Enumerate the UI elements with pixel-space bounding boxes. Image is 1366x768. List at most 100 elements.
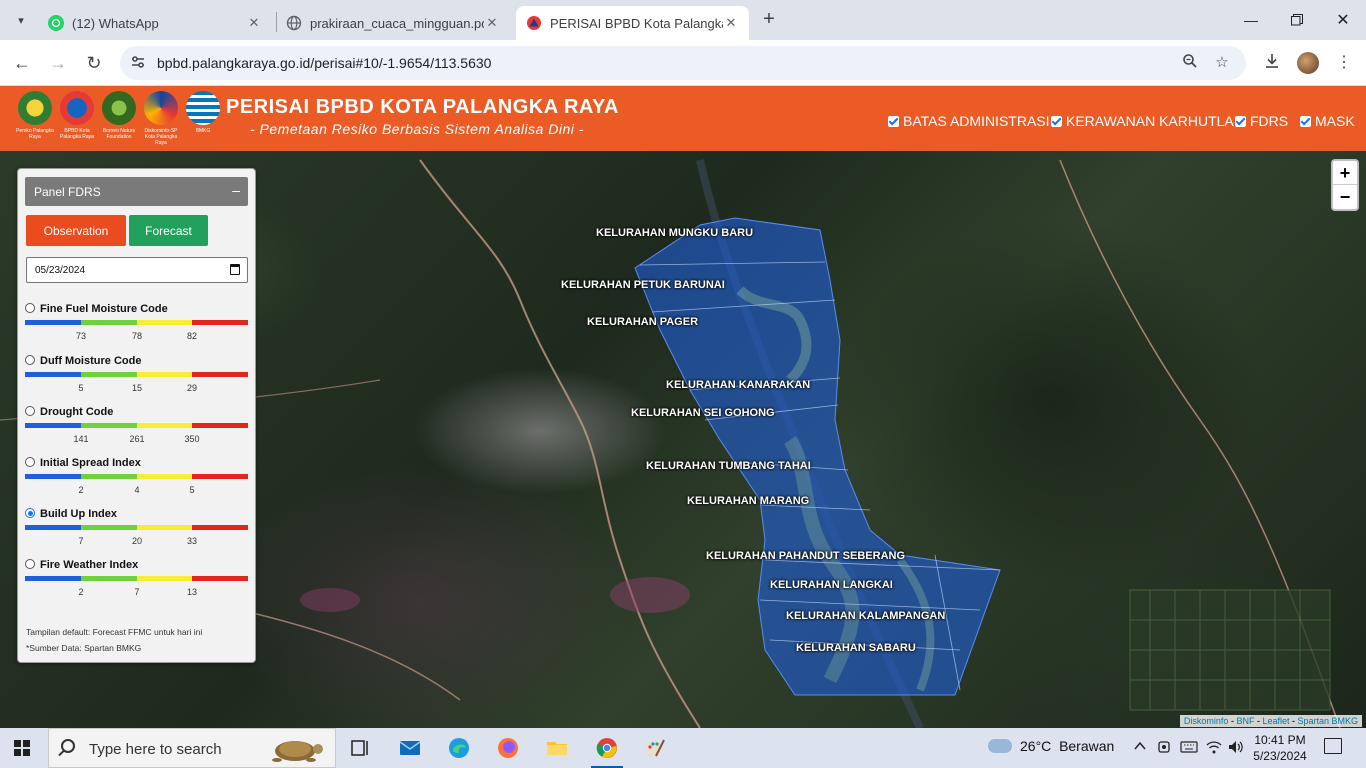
index-ticks: 73 78 82 bbox=[75, 331, 198, 341]
kelurahan-label: KELURAHAN MARANG bbox=[687, 495, 810, 507]
restore-button[interactable] bbox=[1274, 0, 1320, 40]
date-input[interactable]: 05/23/2024 bbox=[26, 257, 248, 283]
address-bar[interactable]: bpbd.palangkaraya.go.id/perisai#10/-1.96… bbox=[120, 46, 1246, 80]
radio-button[interactable] bbox=[25, 559, 35, 569]
bmkg-logo-icon bbox=[186, 91, 220, 125]
url-text[interactable]: bpbd.palangkaraya.go.id/perisai#10/-1.96… bbox=[157, 55, 491, 71]
tab-whatsapp[interactable]: (12) WhatsApp ✕ bbox=[38, 6, 272, 40]
kelurahan-label: KELURAHAN TUMBANG TAHAI bbox=[646, 460, 811, 472]
taskbar-search-box[interactable]: Type here to search bbox=[48, 728, 336, 768]
index-ticks: 7 20 33 bbox=[78, 536, 198, 546]
index-name: Build Up Index bbox=[40, 508, 117, 520]
menu-kebab-icon[interactable]: ⋮ bbox=[1333, 52, 1355, 74]
app-header: Pemko Palangka Raya BPBD Kota Palangka R… bbox=[0, 86, 1366, 151]
radio-button[interactable] bbox=[25, 355, 35, 365]
minimize-button[interactable]: — bbox=[1228, 0, 1274, 40]
turtle-icon bbox=[272, 741, 323, 762]
clock-date: 5/23/2024 bbox=[1253, 749, 1307, 763]
zoom-icon[interactable] bbox=[1180, 53, 1200, 73]
minimize-icon: — bbox=[1244, 12, 1258, 28]
radio-button-selected[interactable] bbox=[25, 508, 35, 518]
pemko-logo-icon bbox=[18, 91, 52, 125]
layer-toggle-kerawanan-karhutla[interactable]: KERAWANAN KARHUTLA bbox=[1051, 113, 1234, 129]
logo-diskominfo: Diskominfo-SP Kota Palangka Raya bbox=[142, 91, 180, 147]
chevron-up-icon[interactable] bbox=[1133, 739, 1147, 756]
mail-icon[interactable] bbox=[398, 736, 422, 760]
new-tab-button[interactable]: + bbox=[757, 8, 781, 32]
forecast-button[interactable]: Forecast bbox=[129, 215, 208, 246]
profile-avatar[interactable] bbox=[1297, 52, 1319, 74]
checkbox-checked-icon[interactable] bbox=[1300, 115, 1311, 127]
calendar-icon[interactable] bbox=[230, 264, 240, 275]
attribution-link[interactable]: Diskominfo bbox=[1184, 716, 1229, 726]
tab-strip: ▾ (12) WhatsApp ✕ prakiraan_cuaca_minggu… bbox=[0, 0, 1366, 40]
forward-button[interactable]: → bbox=[43, 48, 73, 78]
reload-icon: ↻ bbox=[86, 52, 102, 73]
plus-icon: + bbox=[763, 8, 775, 30]
keyboard-icon[interactable] bbox=[1180, 739, 1198, 758]
taskbar-clock[interactable]: 10:41 PM 5/23/2024 bbox=[1240, 732, 1320, 764]
task-view-icon[interactable] bbox=[348, 736, 372, 760]
panel-note-default: Tampilan default: Forecast FFMC untuk ha… bbox=[26, 627, 203, 637]
bookmark-star-icon[interactable]: ☆ bbox=[1212, 53, 1232, 73]
chevron-down-icon: ▾ bbox=[18, 14, 24, 27]
kelurahan-label: KELURAHAN SABARU bbox=[796, 642, 916, 654]
radio-button[interactable] bbox=[25, 457, 35, 467]
observation-button[interactable]: Observation bbox=[26, 215, 126, 246]
date-value: 05/23/2024 bbox=[35, 265, 86, 276]
reload-button[interactable]: ↻ bbox=[79, 48, 109, 78]
panel-header: Panel FDRS – bbox=[25, 177, 248, 206]
file-explorer-icon[interactable] bbox=[545, 736, 569, 760]
globe-icon bbox=[286, 15, 302, 31]
firefox-icon[interactable] bbox=[496, 736, 520, 760]
bpbd-icon bbox=[526, 15, 542, 31]
index-name: Initial Spread Index bbox=[40, 457, 141, 469]
map-attribution: Diskominfo - BNF - Leaflet - Spartan BMK… bbox=[1179, 715, 1362, 727]
app-title: PERISAI BPBD KOTA PALANGKA RAYA bbox=[226, 96, 619, 118]
zoom-out-button[interactable]: − bbox=[1333, 185, 1357, 209]
site-info-icon[interactable] bbox=[130, 54, 148, 72]
tab-pdf[interactable]: prakiraan_cuaca_mingguan.pdf ✕ bbox=[276, 6, 510, 40]
download-icon[interactable] bbox=[1261, 52, 1283, 74]
paint-icon[interactable] bbox=[643, 736, 667, 760]
kelurahan-label: KELURAHAN PAHANDUT SEBERANG bbox=[706, 550, 906, 562]
checkbox-checked-icon[interactable] bbox=[888, 115, 899, 127]
notification-icon[interactable] bbox=[1324, 738, 1342, 754]
layer-toggle-fdrs[interactable]: FDRS bbox=[1235, 113, 1288, 129]
tab-title: prakiraan_cuaca_mingguan.pdf bbox=[310, 15, 484, 31]
checkbox-checked-icon[interactable] bbox=[1235, 115, 1246, 127]
minimize-panel-button[interactable]: – bbox=[232, 182, 240, 198]
layer-toggle-mask[interactable]: MASK bbox=[1300, 113, 1355, 129]
browser-toolbar: ← → ↻ bpbd.palangkaraya.go.id/perisai#10… bbox=[0, 40, 1366, 86]
close-icon[interactable]: ✕ bbox=[723, 15, 739, 31]
windows-start-icon[interactable] bbox=[14, 740, 30, 756]
field-grid bbox=[1129, 589, 1331, 711]
checkbox-checked-icon[interactable] bbox=[1051, 115, 1062, 127]
edge-icon[interactable] bbox=[447, 736, 471, 760]
attribution-link[interactable]: Spartan BMKG bbox=[1297, 716, 1358, 726]
index-color-scale bbox=[25, 576, 248, 581]
radio-button[interactable] bbox=[25, 406, 35, 416]
attribution-link[interactable]: BNF bbox=[1236, 716, 1254, 726]
index-name: Fine Fuel Moisture Code bbox=[40, 303, 168, 315]
search-icon bbox=[61, 739, 75, 753]
index-name: Drought Code bbox=[40, 406, 114, 418]
chrome-icon[interactable] bbox=[591, 736, 623, 768]
radio-button[interactable] bbox=[25, 303, 35, 313]
logo-bmkg: BMKG bbox=[184, 91, 222, 147]
wifi-icon[interactable] bbox=[1206, 739, 1222, 758]
back-button[interactable]: ← bbox=[7, 48, 37, 78]
restore-icon bbox=[1291, 14, 1303, 26]
weather-widget[interactable]: 26°C Berawan bbox=[988, 738, 1114, 754]
logo-bnf: Borneo Nature Foundation bbox=[100, 91, 138, 147]
layer-toggle-batas-administrasi[interactable]: BATAS ADMINISTRASI bbox=[888, 113, 1050, 129]
kelurahan-label: KELURAHAN LANGKAI bbox=[770, 579, 893, 591]
close-window-button[interactable]: ✕ bbox=[1320, 0, 1366, 40]
attribution-link[interactable]: Leaflet bbox=[1262, 716, 1289, 726]
tab-search-button[interactable]: ▾ bbox=[8, 8, 34, 32]
close-icon[interactable]: ✕ bbox=[484, 15, 500, 31]
close-icon[interactable]: ✕ bbox=[246, 15, 262, 31]
zoom-in-button[interactable]: + bbox=[1333, 161, 1357, 185]
meet-now-icon[interactable] bbox=[1157, 739, 1173, 758]
tab-perisai[interactable]: PERISAI BPBD Kota Palangka Ra ✕ bbox=[516, 6, 749, 40]
